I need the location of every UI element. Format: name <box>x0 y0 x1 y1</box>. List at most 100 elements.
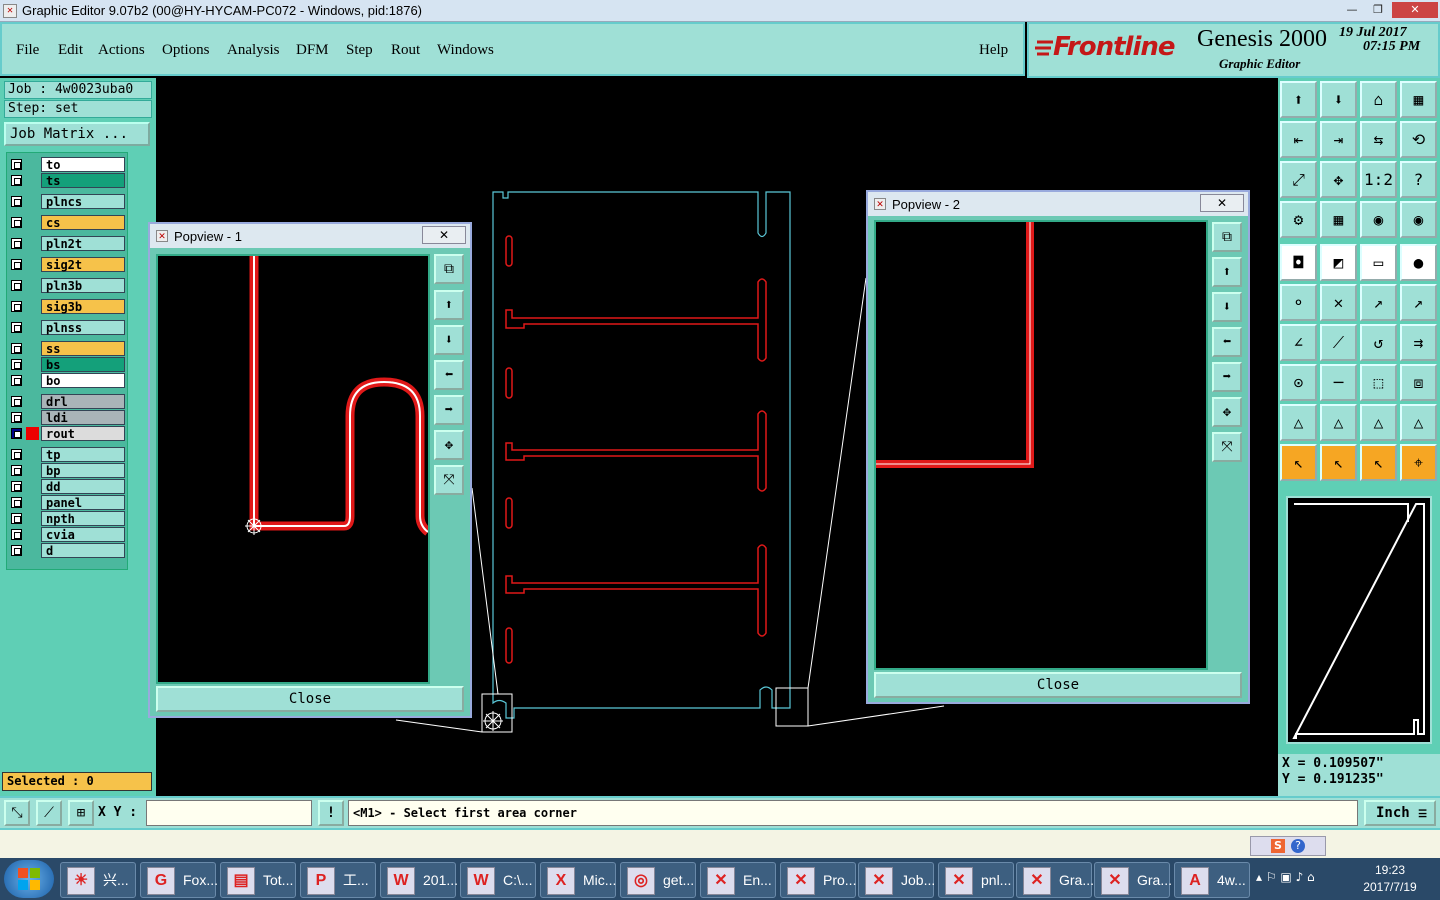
grid-icon[interactable]: ⊞ <box>68 800 94 826</box>
popview-2-canvas[interactable] <box>874 220 1208 670</box>
layer-row-dd[interactable]: dd <box>9 479 127 494</box>
layer-name[interactable]: plncs <box>41 194 125 209</box>
popview-1-close-button[interactable]: Close <box>156 686 464 712</box>
pv2-zoom-in-icon[interactable]: ✥ <box>1212 397 1242 427</box>
taskbar-item[interactable]: A 4w... <box>1174 862 1250 898</box>
pv2-pan-right-icon[interactable]: ➡ <box>1212 362 1242 392</box>
layer-row-pln3b[interactable]: pln3b <box>9 278 127 293</box>
taskbar-item[interactable]: ✕ Pro... <box>780 862 856 898</box>
menu-windows[interactable]: Windows <box>437 42 494 59</box>
rotate-icon[interactable]: ⟲ <box>1400 121 1437 158</box>
taskbar-item[interactable]: ▤ Tot... <box>220 862 296 898</box>
layer-name[interactable]: pln3b <box>41 278 125 293</box>
layer-checkbox[interactable] <box>11 259 22 270</box>
layer-checkbox[interactable] <box>11 428 22 439</box>
layer-checkbox[interactable] <box>11 513 22 524</box>
zoom-area-icon[interactable]: ⤡ <box>4 800 30 826</box>
layer-checkbox[interactable] <box>11 217 22 228</box>
layer-name[interactable]: dd <box>41 479 125 494</box>
pv1-pan-right-icon[interactable]: ➡ <box>434 395 464 425</box>
arrow-join-icon[interactable]: ⇉ <box>1400 324 1437 361</box>
pv2-zoom-out-icon[interactable]: ⤧ <box>1212 432 1242 462</box>
layer-row-drl[interactable]: drl <box>9 394 127 409</box>
layer-row-ldi[interactable]: ldi <box>9 410 127 425</box>
scale-1-2-icon[interactable]: 1:2 <box>1360 161 1397 198</box>
layer-row-bs[interactable]: bs <box>9 357 127 372</box>
pv1-pan-up-icon[interactable]: ⬆ <box>434 290 464 320</box>
layer-checkbox[interactable] <box>11 343 22 354</box>
angle-icon[interactable]: ∠ <box>1280 324 1317 361</box>
center-icon[interactable]: ✥ <box>1320 161 1357 198</box>
taskbar-item[interactable]: ✕ Gra... <box>1016 862 1094 898</box>
layer-name[interactable]: ts <box>41 173 125 188</box>
popview-2-close-button[interactable]: Close <box>874 672 1242 698</box>
slope-icon[interactable]: ⟋ <box>1320 324 1357 361</box>
menu-rout[interactable]: Rout <box>391 42 420 59</box>
taskbar-item[interactable]: X Mic... <box>540 862 616 898</box>
layer-row-ss[interactable]: ss <box>9 341 127 356</box>
layer-name[interactable]: sig2t <box>41 257 125 272</box>
pointer-circle-icon[interactable]: ↖ <box>1360 444 1397 481</box>
grid-view-icon[interactable]: ▦ <box>1320 201 1357 238</box>
pointer-box-icon[interactable]: ↖ <box>1320 444 1357 481</box>
layer-checkbox[interactable] <box>11 375 22 386</box>
layer-row-plnss[interactable]: plnss <box>9 320 127 335</box>
ruler-icon[interactable]: ▭ <box>1360 244 1397 281</box>
layer-name[interactable]: to <box>41 157 125 172</box>
taskbar-item[interactable]: G Fox... <box>140 862 218 898</box>
pv2-pan-up-icon[interactable]: ⬆ <box>1212 257 1242 287</box>
taskbar-item[interactable]: ◎ get... <box>620 862 696 898</box>
line-edit-icon[interactable]: ↗ <box>1400 284 1437 321</box>
layer-row-plncs[interactable]: plncs <box>9 194 127 209</box>
layer-checkbox[interactable] <box>11 175 22 186</box>
layer-name[interactable]: ldi <box>41 410 125 425</box>
layer-checkbox[interactable] <box>11 159 22 170</box>
cross-icon[interactable]: ✕ <box>1320 284 1357 321</box>
line-add-icon[interactable]: ↗ <box>1360 284 1397 321</box>
layer-row-sig2t[interactable]: sig2t <box>9 257 127 272</box>
layer-row-cs[interactable]: cs <box>9 215 127 230</box>
layer-name[interactable]: panel <box>41 495 125 510</box>
export-icon[interactable]: ⬇ <box>1320 81 1357 118</box>
home-icon[interactable]: ⌂ <box>1360 81 1397 118</box>
layer-name[interactable]: plnss <box>41 320 125 335</box>
layer-name[interactable]: rout <box>41 426 125 441</box>
left-step-icon[interactable]: ⇤ <box>1280 121 1317 158</box>
start-button[interactable] <box>4 860 54 898</box>
pv1-zoom-in-icon[interactable]: ✥ <box>434 430 464 460</box>
layer-checkbox[interactable] <box>11 465 22 476</box>
popview-1-canvas[interactable] <box>156 254 431 684</box>
pv1-zoom-fit-icon[interactable]: ⧉ <box>434 254 464 284</box>
layer-checkbox[interactable] <box>11 481 22 492</box>
layer-name[interactable]: bo <box>41 373 125 388</box>
fit-icon[interactable]: ⤢ <box>1280 161 1317 198</box>
pv2-pan-left-icon[interactable]: ⬅ <box>1212 327 1242 357</box>
layer-name[interactable]: drl <box>41 394 125 409</box>
tri-c-icon[interactable]: △ <box>1360 404 1397 441</box>
right-step-icon[interactable]: ⇥ <box>1320 121 1357 158</box>
layer-name[interactable]: bp <box>41 463 125 478</box>
layer-row-rout[interactable]: rout <box>9 426 127 441</box>
layer-checkbox[interactable] <box>11 322 22 333</box>
layer-row-to[interactable]: to <box>9 157 127 172</box>
layer-name[interactable]: d <box>41 543 125 558</box>
menu-help[interactable]: Help <box>979 42 1008 59</box>
pad-icon[interactable]: ◘ <box>1280 244 1317 281</box>
menu-edit[interactable]: Edit <box>58 42 83 59</box>
layer-row-cvia[interactable]: cvia <box>9 527 127 542</box>
import-icon[interactable]: ⬆ <box>1280 81 1317 118</box>
layer-name[interactable]: npth <box>41 511 125 526</box>
tray-clock[interactable]: 19:23 2017/7/19 <box>1350 862 1430 896</box>
tri-d-icon[interactable]: △ <box>1400 404 1437 441</box>
menu-options[interactable]: Options <box>162 42 210 59</box>
taskbar-item[interactable]: P 工... <box>300 862 376 898</box>
layer-checkbox[interactable] <box>11 545 22 556</box>
pv2-pan-down-icon[interactable]: ⬇ <box>1212 292 1242 322</box>
tri-a-icon[interactable]: △ <box>1280 404 1317 441</box>
undo-icon[interactable]: ↺ <box>1360 324 1397 361</box>
menu-actions[interactable]: Actions <box>98 42 145 59</box>
tray-icons[interactable]: ▴ ⚐ ▣ ♪ ⌂ <box>1256 870 1315 884</box>
layer-checkbox[interactable] <box>11 412 22 423</box>
layer-checkbox[interactable] <box>11 238 22 249</box>
layer-checkbox[interactable] <box>11 280 22 291</box>
